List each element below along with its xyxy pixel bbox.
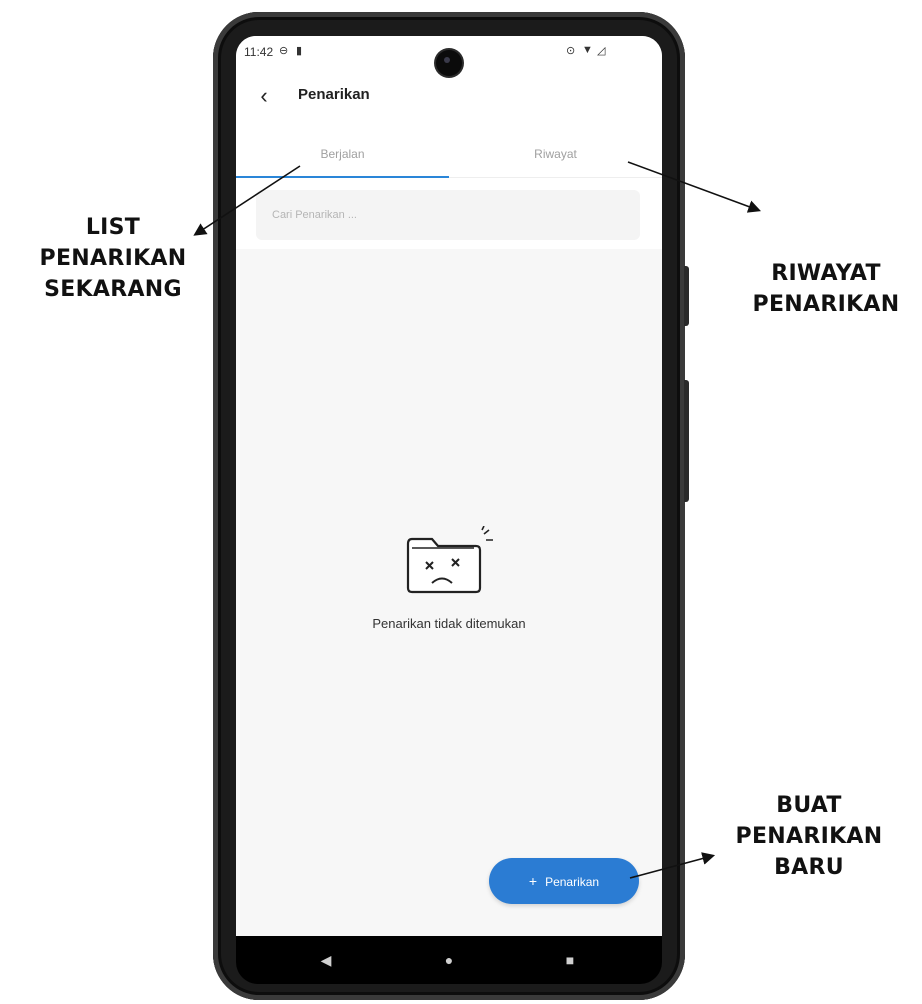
callout-line: BUAT (776, 793, 842, 818)
callout-riwayat-penarikan: RIWAYAT PENARIKAN (722, 258, 922, 320)
chevron-left-icon: ‹ (260, 83, 268, 108)
dnd-icon: ⊖ (279, 45, 289, 57)
phone-side-button-power (684, 266, 689, 326)
search-input[interactable] (256, 190, 640, 240)
page-title: Penarikan (298, 86, 370, 103)
front-camera (436, 50, 462, 76)
callout-line: LIST (85, 215, 141, 240)
sad-folder-icon (406, 526, 493, 594)
active-tab-indicator (236, 176, 449, 178)
system-navigation-bar: ◀ ● ■ (236, 936, 662, 984)
add-penarikan-label: Penarikan (545, 875, 600, 889)
nav-home-icon[interactable]: ● (437, 948, 461, 972)
empty-state-message: Penarikan tidak ditemukan (372, 616, 526, 631)
add-penarikan-button[interactable]: + Penarikan (489, 858, 639, 904)
phone-side-button-volume (684, 380, 689, 502)
callout-line: SEKARANG (44, 277, 182, 302)
back-button[interactable]: ‹ (250, 82, 278, 110)
nav-back-icon[interactable]: ◀ (314, 948, 338, 972)
location-icon: ⊙ (566, 45, 576, 57)
callout-line: BARU (774, 855, 844, 880)
callout-buat-penarikan-baru: BUAT PENARIKAN BARU (704, 790, 914, 883)
callout-line: PENARIKAN (752, 292, 900, 317)
status-time: 11:42 (244, 45, 274, 59)
callout-line: RIWAYAT (771, 261, 881, 286)
wifi-icon: ▼ (582, 44, 593, 56)
callout-line: PENARIKAN (735, 824, 883, 849)
plus-icon: + (528, 873, 538, 889)
app-bar: ‹ Penarikan (236, 76, 662, 116)
tab-bar: Berjalan Riwayat (236, 136, 662, 178)
sd-card-icon: ▮ (296, 45, 303, 57)
nav-recents-icon[interactable]: ■ (558, 948, 582, 972)
callout-line: PENARIKAN (39, 246, 187, 271)
tab-berjalan[interactable]: Berjalan (236, 136, 449, 178)
callout-list-penarikan-sekarang: LIST PENARIKAN SEKARANG (0, 212, 226, 305)
phone-screen: 11:42 ⊖ ▮ ⊙ ▼ ◿ ‹ Penarikan Berjalan Riw… (236, 36, 662, 936)
signal-icon: ◿ (597, 45, 606, 57)
tab-riwayat[interactable]: Riwayat (449, 136, 662, 178)
